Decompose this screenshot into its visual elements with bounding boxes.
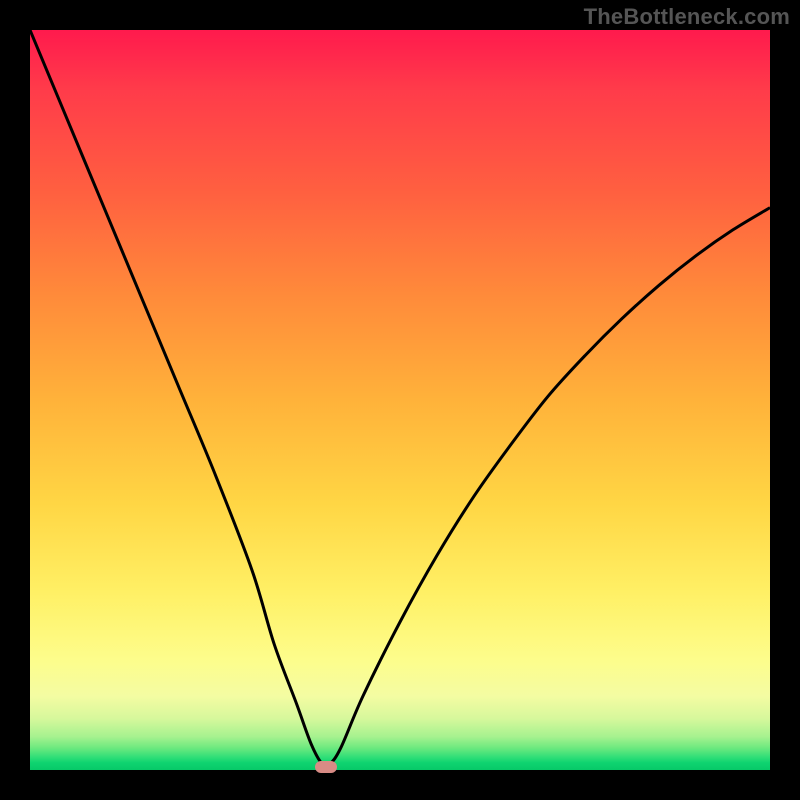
curve-path	[30, 30, 770, 766]
plot-area	[30, 30, 770, 770]
min-marker	[315, 761, 337, 773]
bottleneck-curve	[30, 30, 770, 770]
watermark-label: TheBottleneck.com	[584, 4, 790, 30]
chart-frame: TheBottleneck.com	[0, 0, 800, 800]
plot-outer	[30, 30, 770, 770]
